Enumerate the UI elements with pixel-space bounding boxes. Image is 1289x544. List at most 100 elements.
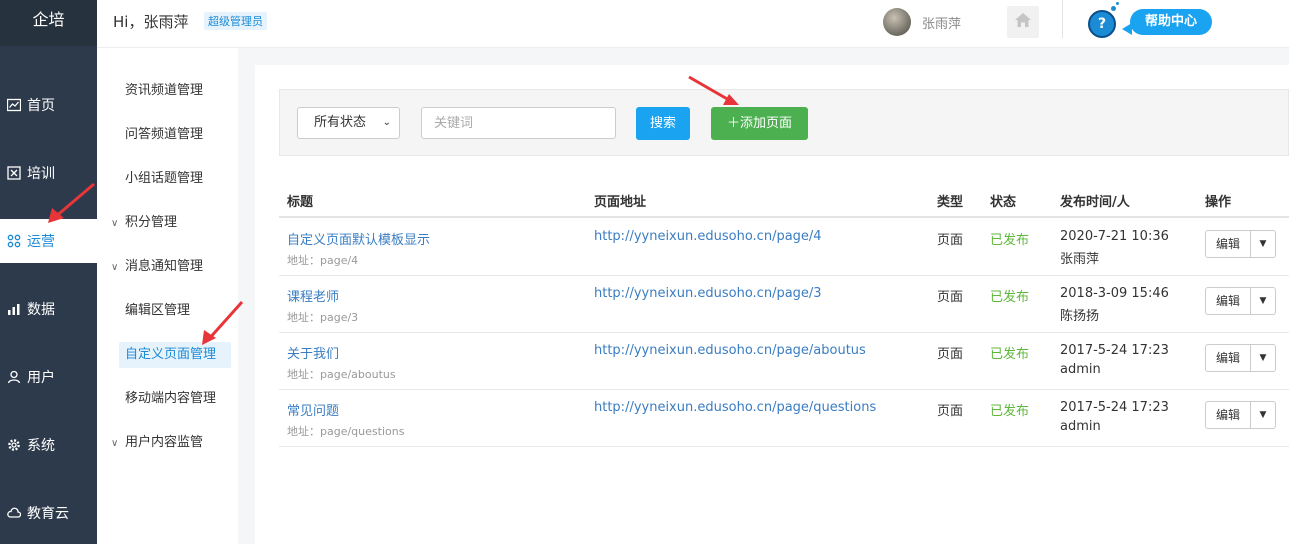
user-name[interactable]: 张雨萍 [922,13,961,32]
page-title-link[interactable]: 课程老师 [287,286,339,305]
home-icon [1014,12,1032,32]
nav-item-home[interactable]: 首页 [0,83,97,127]
nav-label: 数据 [27,302,55,318]
page-title-link[interactable]: 常见问题 [287,400,339,419]
page-address: 地址：page/3 [287,311,359,324]
submenu-item-news-channel[interactable]: 资讯频道管理 [97,78,238,104]
table-row: 自定义页面默认模板显示 地址：page/4 http://yyneixun.ed… [279,219,1289,276]
submenu-item-qa-channel[interactable]: 问答频道管理 [97,122,238,148]
operations-icon [6,233,22,249]
page-type: 页面 [937,233,964,248]
nav-item-operations[interactable]: 运营 [0,219,97,263]
column-header-actions: 操作 [1205,195,1232,210]
nav-item-data[interactable]: 数据 [0,287,97,331]
keyword-input[interactable] [421,107,616,139]
chevron-down-icon: ⌄ [382,117,391,128]
annotation-arrow-nav [48,182,95,223]
nav-label: 教育云 [27,506,69,522]
submenu-item-user-content-monitor[interactable]: ∨ 用户内容监管 [97,430,238,456]
caret-down-icon[interactable]: ▼ [1251,230,1276,258]
role-badge: 超级管理员 [204,12,267,30]
publish-time: 2017-5-24 17:23 [1060,343,1169,358]
submenu-label: 用户内容监管 [125,435,204,450]
nav-item-edu-cloud[interactable]: 教育云 [0,491,97,535]
table-row: 关于我们 地址：page/aboutus http://yyneixun.edu… [279,333,1289,390]
status-badge: 已发布 [990,290,1030,305]
page-title-link[interactable]: 关于我们 [287,343,339,362]
search-button[interactable]: 搜索 [636,107,690,140]
avatar[interactable] [883,8,911,36]
column-header-status: 状态 [990,195,1017,210]
main-sidebar: 企培 首页 培训 运营 数据 用户 系统 教育云 [0,0,97,544]
status-badge: 已发布 [990,347,1030,362]
user-icon [6,369,22,385]
edit-button-group: 编辑 ▼ [1205,344,1276,372]
page-address: 地址：page/questions [287,425,405,438]
submenu-label: 移动端内容管理 [125,391,217,406]
home-button[interactable] [1007,6,1039,38]
gear-icon [6,437,22,453]
annotation-arrow-submenu [202,300,244,345]
page-url-link[interactable]: http://yyneixun.edusoho.cn/page/3 [594,286,822,301]
help-question-icon[interactable]: ? [1088,10,1116,38]
edit-button[interactable]: 编辑 [1205,344,1251,372]
page-type: 页面 [937,404,964,419]
caret-down-icon[interactable]: ▼ [1251,401,1276,429]
edit-button-group: 编辑 ▼ [1205,230,1276,258]
annotation-arrow-add [688,75,739,105]
page-address: 地址：page/aboutus [287,368,396,381]
chevron-down-icon: ∨ [111,438,119,449]
submenu-item-notifications[interactable]: ∨ 消息通知管理 [97,254,238,280]
submenu-item-group-topics[interactable]: 小组话题管理 [97,166,238,192]
status-select[interactable]: 所有状态 ⌄ [297,107,400,139]
column-header-title: 标题 [287,195,314,210]
top-header: Hi，张雨萍 超级管理员 张雨萍 ? 帮助中心 [97,0,1289,48]
nav-item-users[interactable]: 用户 [0,355,97,399]
nav-label: 用户 [27,370,55,386]
nav-item-system[interactable]: 系统 [0,423,97,467]
table-header: 标题 页面地址 类型 状态 发布时间/人 操作 [279,182,1289,218]
submenu-item-points[interactable]: ∨ 积分管理 [97,210,238,236]
submenu-label: 小组话题管理 [125,171,204,186]
book-icon [6,165,22,181]
chevron-down-icon: ∨ [111,262,119,273]
submenu-item-mobile-content[interactable]: 移动端内容管理 [97,386,238,412]
submenu-label: 问答频道管理 [125,127,204,142]
edit-button[interactable]: 编辑 [1205,287,1251,315]
add-page-button[interactable]: ＋添加页面 [711,107,808,140]
nav-label: 运营 [27,234,55,250]
page-type: 页面 [937,347,964,362]
nav-label: 首页 [27,98,55,114]
caret-down-icon[interactable]: ▼ [1251,287,1276,315]
help-decoration-dot [1111,6,1116,11]
edit-button-group: 编辑 ▼ [1205,287,1276,315]
edit-button-group: 编辑 ▼ [1205,401,1276,429]
submenu-label: 消息通知管理 [125,259,204,274]
page-address: 地址：page/4 [287,254,359,267]
publisher: admin [1060,419,1101,434]
page-type: 页面 [937,290,964,305]
divider [1062,0,1063,38]
edit-button[interactable]: 编辑 [1205,401,1251,429]
caret-down-icon[interactable]: ▼ [1251,344,1276,372]
cloud-icon [6,505,22,521]
column-header-publish: 发布时间/人 [1060,195,1130,210]
edit-button[interactable]: 编辑 [1205,230,1251,258]
publisher: 张雨萍 [1060,252,1100,267]
help-decoration-dot [1116,2,1119,5]
page-url-link[interactable]: http://yyneixun.edusoho.cn/page/4 [594,229,822,244]
chevron-down-icon: ∨ [111,218,119,229]
submenu-label: 积分管理 [125,215,178,230]
status-select-value: 所有状态 [314,115,367,130]
publish-time: 2020-7-21 10:36 [1060,229,1169,244]
column-header-type: 类型 [937,195,964,210]
page-url-link[interactable]: http://yyneixun.edusoho.cn/page/aboutus [594,343,866,358]
page-url-link[interactable]: http://yyneixun.edusoho.cn/page/question… [594,400,876,415]
table-row: 常见问题 地址：page/questions http://yyneixun.e… [279,390,1289,447]
page-title-link[interactable]: 自定义页面默认模板显示 [287,229,430,248]
bar-chart-icon [6,301,22,317]
help-center-button[interactable]: 帮助中心 [1130,9,1212,35]
submenu-label: 编辑区管理 [125,303,191,318]
table-row: 课程老师 地址：page/3 http://yyneixun.edusoho.c… [279,276,1289,333]
nav-label: 系统 [27,438,55,454]
